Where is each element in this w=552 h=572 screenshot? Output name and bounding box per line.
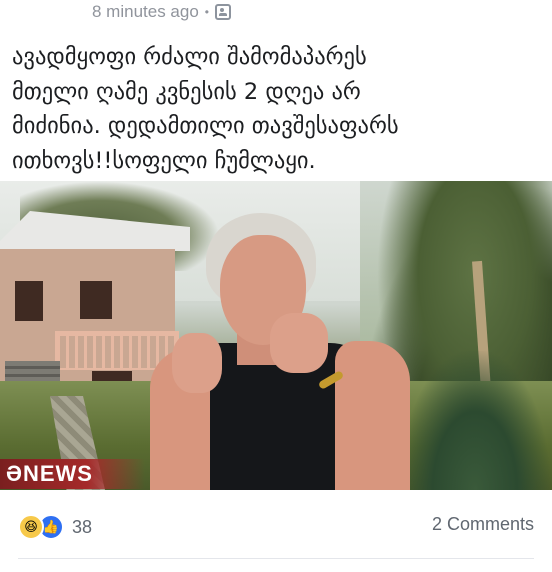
reactions-summary[interactable]: 😆 👍 38 xyxy=(18,514,92,540)
house-window xyxy=(80,281,112,319)
comments-count-link[interactable]: 2 Comments xyxy=(432,514,534,535)
post-text: ავადმყოფი რძალი შამომაპარეს მთელი ღამე კ… xyxy=(12,44,399,174)
reaction-count: 38 xyxy=(72,516,93,537)
news-watermark-text: ƏNEWS xyxy=(6,461,93,486)
haha-reaction-icon: 😆 xyxy=(18,514,44,540)
house-window xyxy=(15,281,43,321)
post-video[interactable]: ƏNEWS xyxy=(0,181,552,490)
public-audience-icon[interactable] xyxy=(215,4,231,20)
post-header: 8 minutes ago • xyxy=(92,2,231,22)
woman-arm-right xyxy=(335,341,410,490)
post-timestamp[interactable]: 8 minutes ago xyxy=(92,2,199,22)
separator-dot: • xyxy=(204,5,209,19)
woman-hand-right xyxy=(270,313,328,373)
news-watermark-logo: ƏNEWS xyxy=(0,459,145,489)
post-footer: 😆 👍 38 2 Comments xyxy=(0,500,552,548)
scene-agave xyxy=(400,351,550,490)
woman-figure xyxy=(130,213,420,490)
woman-hand-left xyxy=(172,333,222,393)
footer-divider xyxy=(18,558,534,559)
